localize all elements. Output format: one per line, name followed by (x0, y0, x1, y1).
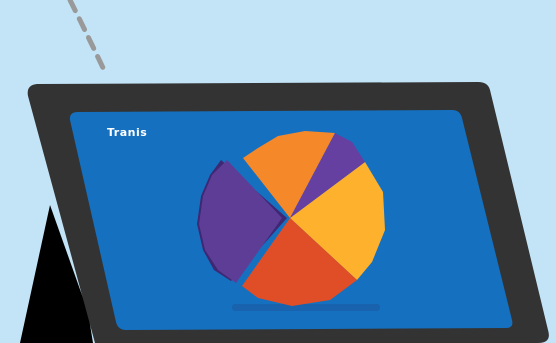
dashed-cable (67, 0, 108, 75)
screen-label: Tranis (107, 126, 148, 139)
chart-shadow (232, 304, 380, 311)
tablet-illustration (20, 0, 549, 343)
